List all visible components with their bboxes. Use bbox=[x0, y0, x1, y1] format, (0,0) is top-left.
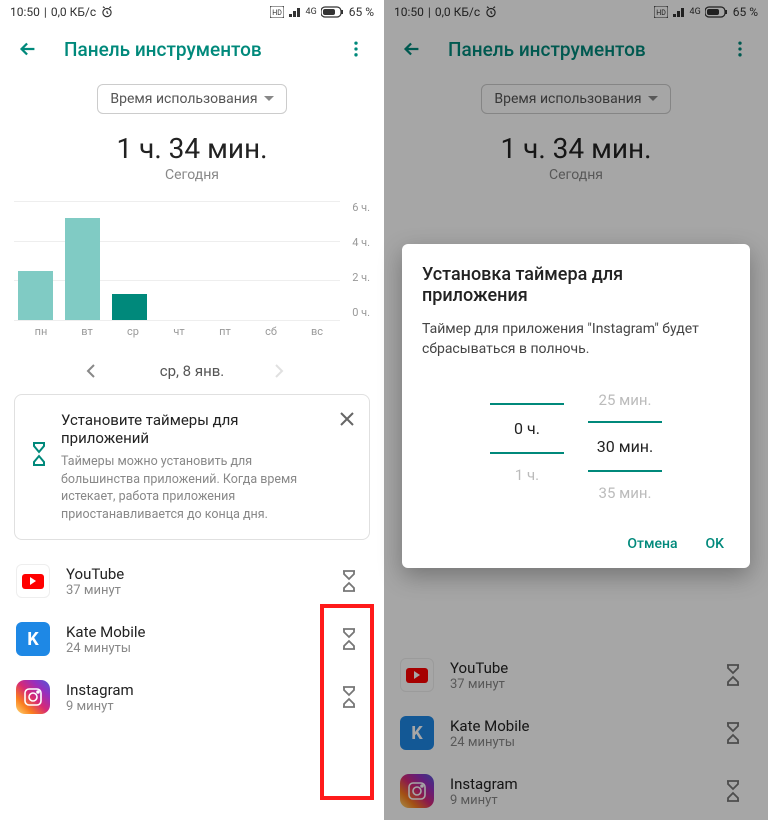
app-name: Instagram bbox=[66, 681, 324, 699]
timer-button[interactable] bbox=[340, 685, 368, 709]
chart-yaxis: 6 ч. 4 ч. 2 ч. 0 ч. bbox=[340, 201, 370, 321]
summary-sub: Сегодня bbox=[0, 167, 384, 183]
prev-day-button[interactable] bbox=[86, 364, 110, 378]
app-row-youtube[interactable]: YouTube 37 минут bbox=[384, 646, 768, 704]
instagram-icon bbox=[16, 680, 50, 714]
app-name: YouTube bbox=[66, 565, 324, 583]
timer-dialog: Установка таймера для приложения Таймер … bbox=[402, 244, 750, 568]
app-time: 37 минут bbox=[66, 583, 324, 598]
next-day-button[interactable] bbox=[274, 364, 298, 378]
battery-icon bbox=[321, 6, 345, 18]
chart-xaxis: пн вт ср чт пт сб вс bbox=[18, 325, 340, 338]
tip-dismiss-button[interactable] bbox=[339, 411, 355, 427]
kate-icon: K bbox=[16, 622, 50, 656]
app-row-instagram[interactable]: Instagram 9 минут bbox=[0, 668, 384, 726]
app-row-youtube[interactable]: YouTube 37 минут bbox=[0, 552, 384, 610]
youtube-icon bbox=[400, 658, 434, 692]
app-row-katemobile[interactable]: K Kate Mobile 24 минуты bbox=[384, 704, 768, 762]
timer-button[interactable] bbox=[724, 779, 752, 803]
cancel-button[interactable]: Отмена bbox=[627, 536, 677, 552]
net-type: 4G bbox=[306, 7, 317, 17]
app-row-katemobile[interactable]: K Kate Mobile 24 минуты bbox=[0, 610, 384, 668]
ok-button[interactable]: OK bbox=[706, 536, 725, 552]
app-row-instagram[interactable]: Instagram 9 минут bbox=[384, 762, 768, 820]
minutes-column[interactable]: 25 мин. 30 мин. 35 мин. bbox=[588, 379, 662, 514]
hours-column[interactable]: 0 ч. 1 ч. bbox=[490, 379, 564, 514]
dialog-body: Таймер для приложения "Instagram" будет … bbox=[422, 320, 730, 359]
alarm-icon bbox=[100, 5, 114, 19]
minutes-value[interactable]: 30 мин. bbox=[588, 421, 662, 472]
youtube-icon bbox=[16, 564, 50, 598]
signal-icon bbox=[672, 6, 686, 18]
svg-text:HD: HD bbox=[656, 9, 666, 17]
battery-icon bbox=[705, 6, 729, 18]
chart-bars[interactable] bbox=[14, 201, 340, 321]
filter-label: Время использования bbox=[110, 91, 257, 107]
kate-icon: K bbox=[400, 716, 434, 750]
appbar: Панель инструментов bbox=[0, 24, 384, 74]
tip-body: Таймеры можно установить для большинства… bbox=[61, 453, 327, 523]
timer-button[interactable] bbox=[340, 627, 368, 651]
appbar: Панель инструментов bbox=[384, 24, 768, 74]
bar-mon[interactable] bbox=[18, 271, 53, 320]
screen-left: 10:50 | 0,0 КБ/с HD 4G 65 % Панель инстр… bbox=[0, 0, 384, 820]
chevron-down-icon bbox=[264, 96, 274, 102]
chevron-down-icon bbox=[648, 96, 658, 102]
status-time: 10:50 bbox=[10, 5, 40, 19]
hourglass-icon bbox=[29, 441, 49, 467]
more-button[interactable] bbox=[720, 29, 760, 69]
tip-title: Установите таймеры для приложений bbox=[61, 411, 327, 447]
app-time: 24 минуты bbox=[66, 641, 324, 656]
filter-chip[interactable]: Время использования bbox=[481, 84, 670, 114]
volte-icon: HD bbox=[270, 6, 284, 18]
timer-button[interactable] bbox=[340, 569, 368, 593]
chart: 6 ч. 4 ч. 2 ч. 0 ч. bbox=[14, 201, 370, 321]
instagram-icon bbox=[400, 774, 434, 808]
timer-button[interactable] bbox=[724, 721, 752, 745]
bar-tue[interactable] bbox=[65, 218, 100, 320]
svg-text:HD: HD bbox=[272, 9, 282, 17]
time-picker[interactable]: 0 ч. 1 ч. 25 мин. 30 мин. 35 мин. bbox=[422, 379, 730, 514]
signal-icon bbox=[288, 6, 302, 18]
app-time: 9 минут bbox=[66, 699, 324, 714]
date-nav: ср, 8 янв. bbox=[0, 362, 384, 380]
filter-chip[interactable]: Время использования bbox=[97, 84, 286, 114]
status-bar: 10:50 | 0,0 КБ/с HD 4G 65 % bbox=[0, 0, 384, 24]
back-button[interactable] bbox=[392, 29, 432, 69]
volte-icon: HD bbox=[654, 6, 668, 18]
app-name: Kate Mobile bbox=[66, 623, 324, 641]
more-button[interactable] bbox=[336, 29, 376, 69]
tip-card: Установите таймеры для приложений Таймер… bbox=[14, 394, 370, 540]
bar-wed[interactable] bbox=[112, 294, 147, 320]
appbar-title: Панель инструментов bbox=[64, 38, 336, 61]
screen-right: 10:50 | 0,0 КБ/с HD 4G 65 % Панель инстр… bbox=[384, 0, 768, 820]
date-label: ср, 8 янв. bbox=[160, 362, 225, 380]
alarm-icon bbox=[484, 5, 498, 19]
timer-button[interactable] bbox=[724, 663, 752, 687]
status-bar: 10:50 | 0,0 КБ/с HD 4G 65 % bbox=[384, 0, 768, 24]
summary-time: 1 ч. 34 мин. bbox=[0, 132, 384, 165]
hours-value[interactable]: 0 ч. bbox=[490, 403, 564, 454]
status-net-speed: 0,0 КБ/с bbox=[51, 5, 96, 19]
battery-pct: 65 % bbox=[349, 5, 374, 19]
back-button[interactable] bbox=[8, 29, 48, 69]
dialog-title: Установка таймера для приложения bbox=[422, 264, 730, 306]
